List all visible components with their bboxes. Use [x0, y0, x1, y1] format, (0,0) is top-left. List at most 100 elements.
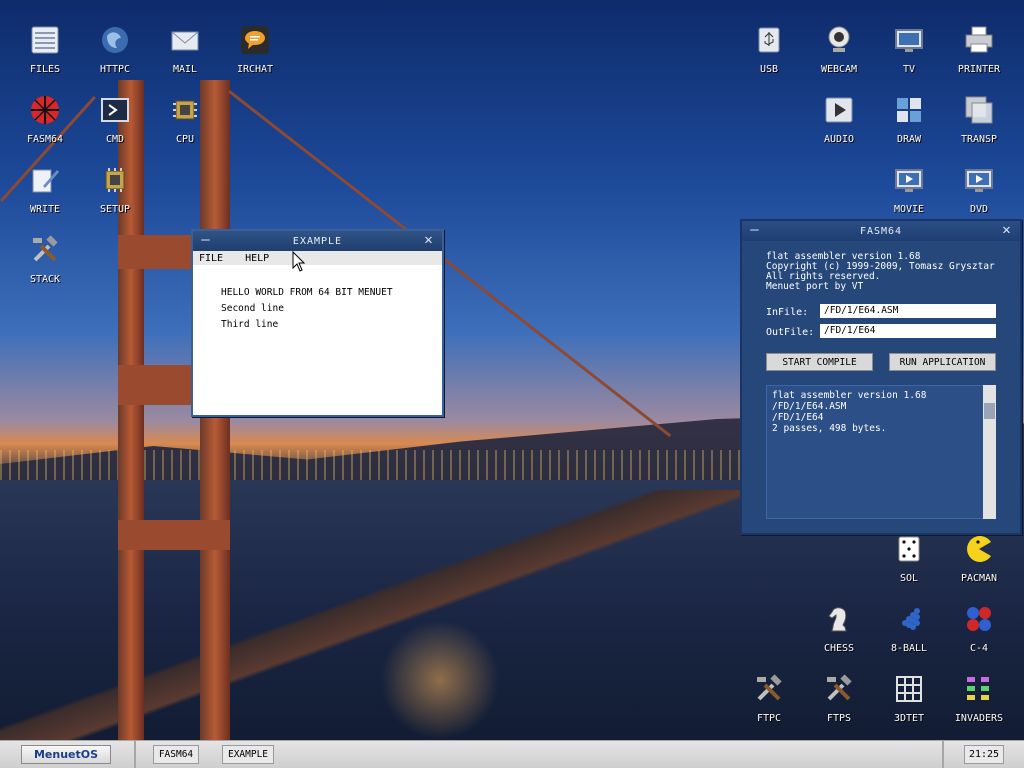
audio-desktop-icon[interactable]: AUDIO	[807, 90, 871, 154]
output-line: flat assembler version 1.68	[772, 390, 927, 401]
setup-desktop-icon[interactable]: SETUP	[83, 160, 147, 224]
task-fasm64[interactable]: FASM64	[153, 745, 199, 764]
outfile-input[interactable]	[820, 324, 996, 338]
write-desktop-icon[interactable]: WRITE	[13, 160, 77, 224]
files-label: FILES	[29, 64, 61, 75]
irchat-desktop-icon[interactable]: IRCHAT	[223, 20, 287, 84]
transparency-icon	[963, 94, 995, 126]
minimize-icon[interactable]: —	[199, 233, 213, 247]
ftpc-label: FTPC	[756, 713, 782, 724]
3dtet-label: 3DTET	[893, 713, 925, 724]
mail-label: MAIL	[172, 64, 198, 75]
c4-desktop-icon[interactable]: C-4	[947, 599, 1011, 663]
draw-icon	[893, 94, 925, 126]
cpu-label: CPU	[175, 134, 195, 145]
example-titlebar[interactable]: — EXAMPLE ✕	[193, 231, 442, 251]
webcam-desktop-icon[interactable]: WEBCAM	[807, 20, 871, 84]
ftps-label: FTPS	[826, 713, 852, 724]
example-menubar: FILE HELP	[193, 251, 442, 265]
grid-icon	[893, 673, 925, 705]
example-window[interactable]: — EXAMPLE ✕ FILE HELP HELLO WORLD FROM 6…	[191, 229, 444, 417]
dvd-desktop-icon[interactable]: DVD	[947, 160, 1011, 224]
tv-desktop-icon[interactable]: TV	[877, 20, 941, 84]
start-button[interactable]: MenuetOS	[21, 745, 111, 764]
pacman-icon	[963, 533, 995, 565]
fasm64-desktop-icon[interactable]: FASM64	[13, 90, 77, 154]
taskbar: MenuetOS FASM64 EXAMPLE 21:25	[0, 740, 1024, 768]
text-line: Third line	[221, 319, 279, 330]
printer-desktop-icon[interactable]: PRINTER	[947, 20, 1011, 84]
infile-label: InFile:	[766, 307, 809, 318]
chess-knight-icon	[823, 603, 855, 635]
audio-icon	[823, 94, 855, 126]
cpu-icon	[169, 94, 201, 126]
connect4-icon	[963, 603, 995, 635]
mail-desktop-icon[interactable]: MAIL	[153, 20, 217, 84]
header-line: Menuet port by VT	[766, 281, 864, 292]
tools-icon	[29, 234, 61, 266]
output-line: /FD/1/E64.ASM	[772, 401, 847, 412]
clock[interactable]: 21:25	[964, 745, 1004, 764]
write-icon	[29, 164, 61, 196]
setup-label: SETUP	[99, 204, 131, 215]
minimize-icon[interactable]: —	[748, 223, 762, 237]
output-scrollbar[interactable]	[983, 385, 996, 519]
tools-icon	[753, 673, 785, 705]
httpc-desktop-icon[interactable]: HTTPC	[83, 20, 147, 84]
output-line: /FD/1/E64	[772, 412, 824, 423]
menu-help[interactable]: HELP	[245, 253, 269, 264]
chat-icon	[239, 24, 271, 56]
movie-desktop-icon[interactable]: MOVIE	[877, 160, 941, 224]
write-label: WRITE	[29, 204, 61, 215]
setup-icon	[99, 164, 131, 196]
window-title: FASM64	[859, 225, 903, 237]
draw-desktop-icon[interactable]: DRAW	[877, 90, 941, 154]
terminal-icon	[99, 94, 131, 126]
sol-desktop-icon[interactable]: SOL	[877, 529, 941, 593]
fasm-icon	[29, 94, 61, 126]
chess-label: CHESS	[823, 643, 855, 654]
outfile-label: OutFile:	[766, 327, 815, 338]
usb-desktop-icon[interactable]: USB	[737, 20, 801, 84]
task-example[interactable]: EXAMPLE	[222, 745, 274, 764]
files-desktop-icon[interactable]: FILES	[13, 20, 77, 84]
c4-label: C-4	[969, 643, 989, 654]
scrollbar-thumb[interactable]	[984, 403, 995, 419]
printer-label: PRINTER	[957, 64, 1001, 75]
cpu-desktop-icon[interactable]: CPU	[153, 90, 217, 154]
mail-icon	[169, 24, 201, 56]
chess-desktop-icon[interactable]: CHESS	[807, 599, 871, 663]
stack-desktop-icon[interactable]: STACK	[13, 230, 77, 294]
text-line: Second line	[221, 303, 284, 314]
dvd-label: DVD	[969, 204, 989, 215]
fasm64-titlebar[interactable]: — FASM64 ✕	[742, 221, 1020, 241]
menu-file[interactable]: FILE	[199, 253, 223, 264]
irchat-label: IRCHAT	[236, 64, 274, 75]
usb-icon	[753, 24, 785, 56]
pacman-label: PACMAN	[960, 573, 998, 584]
pacman-desktop-icon[interactable]: PACMAN	[947, 529, 1011, 593]
usb-label: USB	[759, 64, 779, 75]
tools-icon	[823, 673, 855, 705]
close-icon[interactable]: ✕	[422, 233, 436, 247]
ftpc-desktop-icon[interactable]: FTPC	[737, 669, 801, 733]
movie-icon	[893, 164, 925, 196]
infile-input[interactable]	[820, 304, 996, 318]
movie-label: MOVIE	[893, 204, 925, 215]
transp-desktop-icon[interactable]: TRANSP	[947, 90, 1011, 154]
8ball-desktop-icon[interactable]: 8-BALL	[877, 599, 941, 663]
ftps-desktop-icon[interactable]: FTPS	[807, 669, 871, 733]
httpc-label: HTTPC	[99, 64, 131, 75]
invaders-desktop-icon[interactable]: INVADERS	[947, 669, 1011, 733]
start-compile-button[interactable]: START COMPILE	[766, 353, 873, 371]
cmd-desktop-icon[interactable]: CMD	[83, 90, 147, 154]
fasm64-window[interactable]: — FASM64 ✕ flat assembler version 1.68 C…	[740, 219, 1022, 535]
files-icon	[29, 24, 61, 56]
8ball-icon	[893, 603, 925, 635]
sol-label: SOL	[899, 573, 919, 584]
run-application-button[interactable]: RUN APPLICATION	[889, 353, 996, 371]
3dtet-desktop-icon[interactable]: 3DTET	[877, 669, 941, 733]
close-icon[interactable]: ✕	[1000, 223, 1014, 237]
dice-icon	[893, 533, 925, 565]
example-body: HELLO WORLD FROM 64 BIT MENUET Second li…	[193, 265, 442, 333]
